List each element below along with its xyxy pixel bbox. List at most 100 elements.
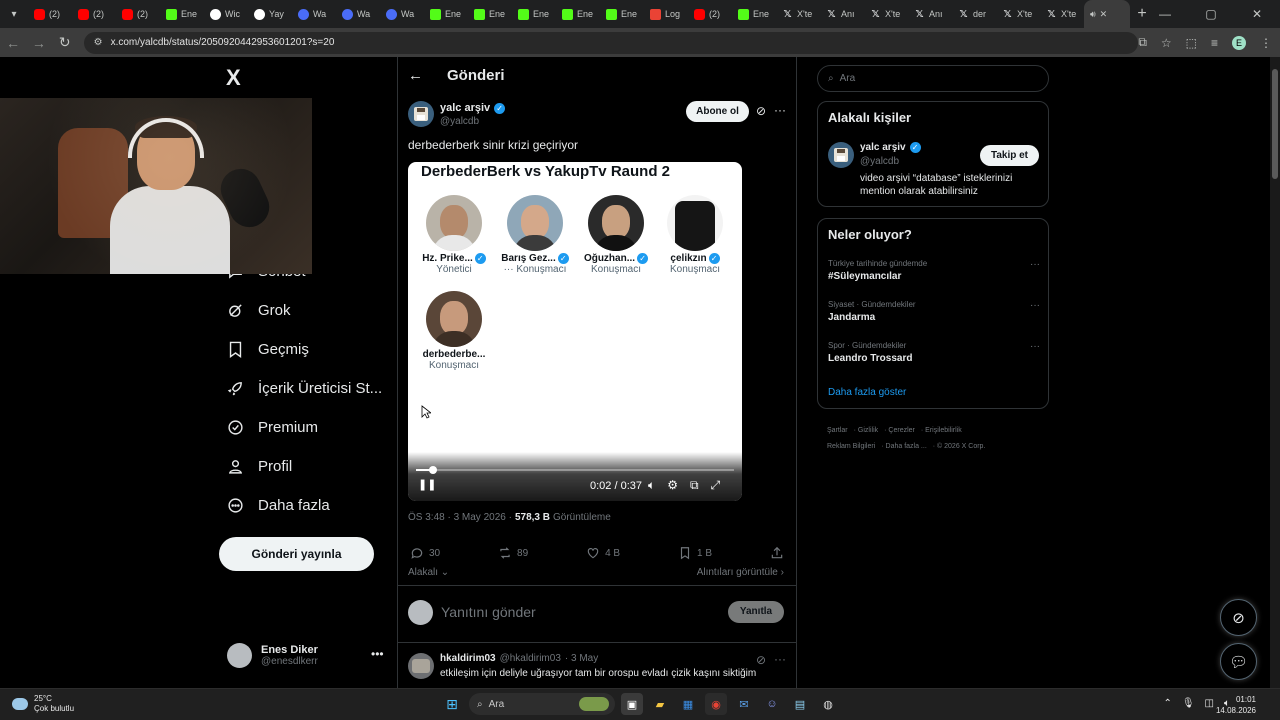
scrollbar-thumb[interactable]	[1272, 69, 1278, 179]
follow-button[interactable]: Takip et	[980, 145, 1039, 166]
browser-tab[interactable]: Ene	[512, 0, 556, 28]
store-icon[interactable]: ▦	[677, 693, 699, 715]
grok-icon[interactable]: ⊘	[756, 653, 766, 667]
grok-icon[interactable]: ⊘	[756, 104, 766, 118]
nav-item-grok[interactable]: Grok	[226, 301, 291, 319]
weather-widget[interactable]: 25°C Çok bulutlu	[12, 694, 74, 714]
related-person-avatar[interactable]	[828, 142, 854, 168]
scrollbar[interactable]	[1270, 57, 1280, 688]
extensions-icon[interactable]: ⬚	[1186, 36, 1197, 50]
close-window-icon[interactable]: ✕	[1234, 0, 1280, 28]
reply-action[interactable]: 30	[410, 546, 440, 560]
video-progress-bar[interactable]	[416, 466, 734, 474]
translate-icon[interactable]: ⧉	[1138, 35, 1147, 50]
browser-tab[interactable]: Ene	[468, 0, 512, 28]
site-info-icon[interactable]: ⚙	[94, 37, 103, 48]
messages-fab-button[interactable]: 💬︎	[1220, 643, 1257, 680]
browser-tab[interactable]: (2)	[116, 0, 160, 28]
browser-tab[interactable]: 𝕏 X'te	[776, 0, 820, 28]
trend-item[interactable]: Türkiye tarihinde gündemde #Süleymancıla…	[828, 259, 1040, 282]
trend-item[interactable]: Spor · Gündemdekiler Leandro Trossard ··…	[828, 341, 1040, 364]
footer-link[interactable]: Çerezler	[888, 427, 914, 434]
more-icon[interactable]: ···	[1030, 341, 1040, 352]
network-icon[interactable]: ◫	[1205, 698, 1214, 709]
browser-tab[interactable]: 𝕏 X'te	[996, 0, 1040, 28]
chrome-icon[interactable]: ◉	[705, 693, 727, 715]
file-explorer-icon[interactable]: ▰	[649, 693, 671, 715]
forward-arrow-icon[interactable]: →	[26, 35, 52, 51]
account-more-icon[interactable]: •••	[371, 647, 384, 661]
browser-menu-icon[interactable]: ⋮	[1260, 36, 1272, 50]
tray-chevron-up-icon[interactable]: ⌃	[1163, 698, 1171, 709]
browser-tab[interactable]: Wa	[380, 0, 424, 28]
more-icon[interactable]: ···	[1030, 300, 1040, 311]
url-field[interactable]: ⚙ x.com/yalcdb/status/205092044295360120…	[83, 31, 1139, 54]
browser-tab[interactable]: 𝕏 X'te	[1040, 0, 1084, 28]
show-more-link[interactable]: Daha fazla göster	[828, 387, 906, 398]
pause-icon[interactable]: ❚❚	[418, 478, 436, 491]
browser-tab[interactable]: 𝕏 Anı	[820, 0, 864, 28]
fullscreen-icon[interactable]: ⤢	[711, 478, 721, 493]
footer-link[interactable]: Erişilebilirlik	[925, 427, 962, 434]
browser-tab[interactable]: Wic	[204, 0, 248, 28]
video-player[interactable]: DerbederBerk vs YakupTv Raund 2 Hz. Prik…	[408, 162, 742, 501]
volume-icon[interactable]: 🔈︎	[648, 478, 655, 493]
more-icon[interactable]: ···	[1030, 259, 1040, 270]
microphone-icon[interactable]: 🎙︎	[1182, 698, 1195, 709]
view-quotes-link[interactable]: Alıntıları görüntüle ›	[697, 567, 784, 578]
video-progress-handle[interactable]	[429, 466, 438, 474]
reload-icon[interactable]: ↻	[52, 34, 78, 51]
browser-tab[interactable]: Yay	[248, 0, 292, 28]
task-view-icon[interactable]: ▣	[621, 693, 643, 715]
browser-tab[interactable]: Wa	[292, 0, 336, 28]
notes-icon[interactable]: ▤	[789, 693, 811, 715]
subscribe-button[interactable]: Abone ol	[686, 101, 749, 122]
back-arrow-icon[interactable]: ←	[408, 67, 423, 84]
back-arrow-icon[interactable]: ←	[0, 35, 26, 51]
account-switcher[interactable]: Enes Diker @enesdlkerr •••	[227, 643, 384, 668]
browser-tab[interactable]: 𝕏 X'te	[864, 0, 908, 28]
nav-item-profile[interactable]: Profil	[226, 457, 292, 475]
bookmark-star-icon[interactable]: ☆	[1161, 36, 1172, 50]
reading-list-icon[interactable]: ≡	[1211, 36, 1218, 50]
commenter-name[interactable]: hkaldirim03	[440, 653, 496, 664]
close-tab-icon[interactable]: ✕	[1100, 9, 1108, 20]
nav-item-bookmarks[interactable]: Geçmiş	[226, 340, 309, 358]
minimize-icon[interactable]: —	[1142, 0, 1188, 28]
nav-item-premium[interactable]: Premium	[226, 418, 318, 436]
bookmark-action[interactable]: 1 B	[678, 546, 712, 560]
footer-link[interactable]: Gizlilik	[858, 427, 878, 434]
more-icon[interactable]: ···	[774, 652, 786, 666]
maximize-icon[interactable]: ▢	[1188, 0, 1234, 28]
commenter-avatar[interactable]	[408, 653, 434, 679]
more-icon[interactable]: ···	[774, 103, 786, 117]
taskbar-search[interactable]: ⌕ Ara	[469, 693, 615, 715]
account-avatar[interactable]: E	[1232, 35, 1247, 50]
footer-link[interactable]: Daha fazla ...	[886, 443, 927, 450]
browser-tab[interactable]: Ene	[424, 0, 468, 28]
trend-item[interactable]: Siyaset · Gündemdekiler Jandarma ···	[828, 300, 1040, 323]
browser-tab[interactable]: (2)	[72, 0, 116, 28]
obs-icon[interactable]: ◍	[817, 693, 839, 715]
mail-icon[interactable]: ✉	[733, 693, 755, 715]
post-button[interactable]: Gönderi yayınla	[219, 537, 374, 571]
browser-tab[interactable]: (2)	[688, 0, 732, 28]
browser-tab[interactable]: (2)	[28, 0, 72, 28]
author-name[interactable]: yalc arşiv ✓	[440, 102, 506, 114]
nav-item-more[interactable]: Daha fazla	[226, 496, 330, 514]
browser-tab[interactable]: Ene	[732, 0, 776, 28]
repost-action[interactable]: 89	[498, 546, 528, 560]
footer-link[interactable]: Şartlar	[827, 427, 848, 434]
browser-tab[interactable]: Log	[644, 0, 688, 28]
search-input[interactable]: ⌕ Ara	[817, 65, 1049, 92]
reply-item[interactable]: hkaldirim03 @hkaldirim03 · 3 May etkileş…	[408, 651, 786, 688]
reply-submit-button[interactable]: Yanıtla	[728, 601, 784, 623]
active-tab[interactable]: 🔊︎ ✕	[1084, 0, 1130, 28]
grok-fab-button[interactable]: ⊘	[1220, 599, 1257, 636]
browser-tab[interactable]: Wa	[336, 0, 380, 28]
footer-link[interactable]: Reklam Bilgileri	[827, 443, 875, 450]
related-person-name[interactable]: yalc arşiv ✓	[860, 142, 921, 153]
windows-start-icon[interactable]: ⊞	[441, 693, 463, 715]
settings-gear-icon[interactable]: ⚙	[667, 478, 678, 493]
browser-tab[interactable]: Ene	[556, 0, 600, 28]
